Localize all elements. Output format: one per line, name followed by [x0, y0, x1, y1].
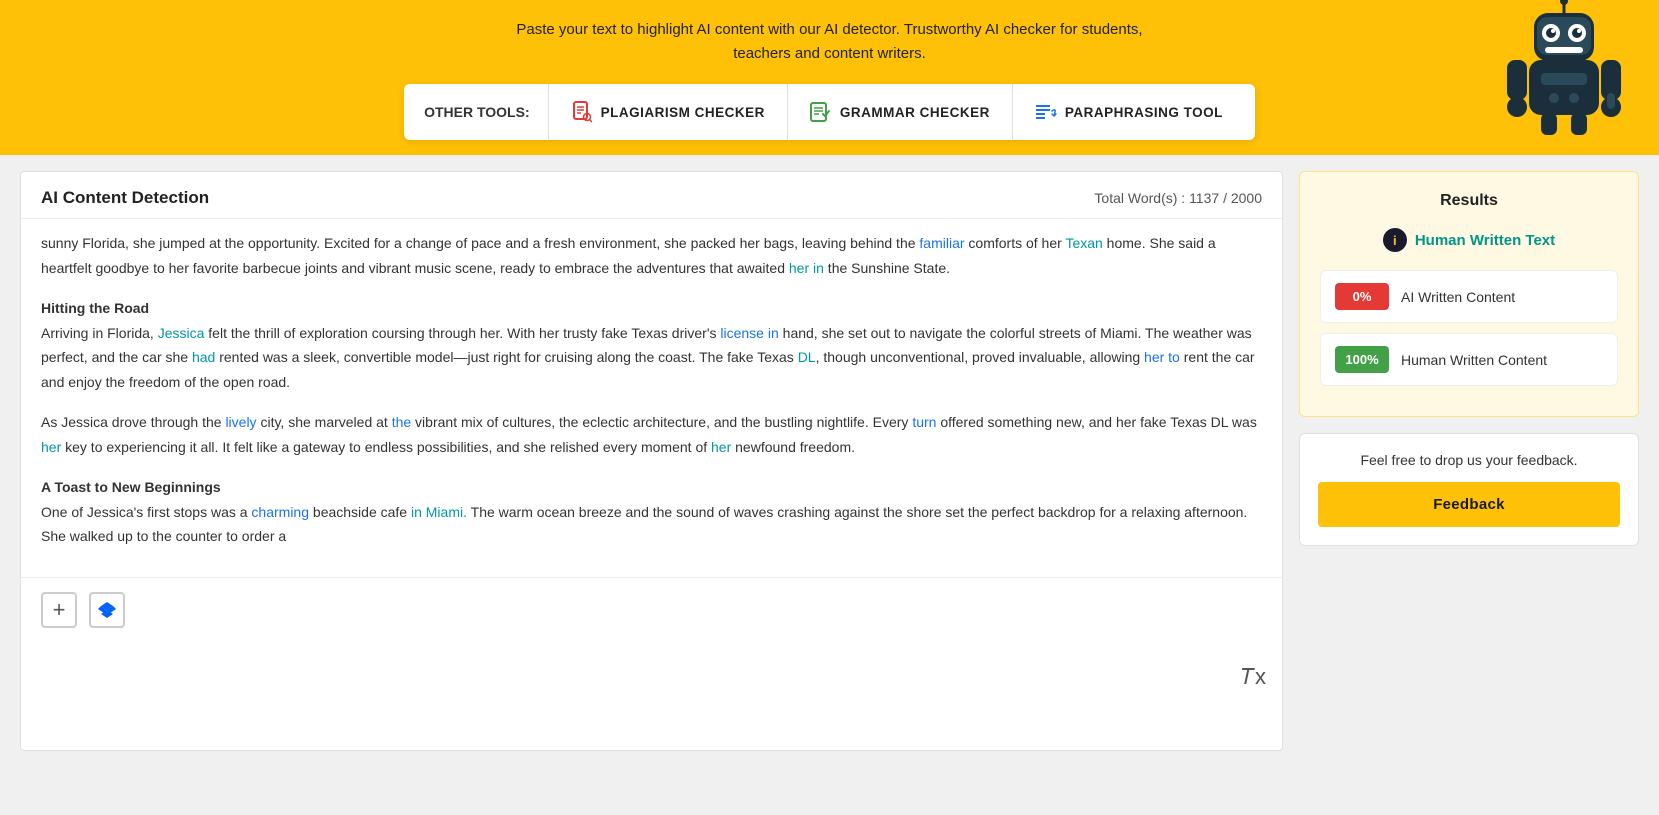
result-header-text: Human Written Text — [1415, 232, 1555, 249]
info-icon: i — [1383, 228, 1407, 252]
feedback-text: Feel free to drop us your feedback. — [1318, 452, 1620, 468]
top-bar: Paste your text to highlight AI content … — [0, 0, 1659, 155]
paragraph-2: Hitting the Road Arriving in Florida, Je… — [41, 296, 1262, 394]
word-count: Total Word(s) : 1137 / 2000 — [1094, 190, 1262, 206]
feedback-button[interactable]: Feedback — [1318, 482, 1620, 527]
tool-paraphrasing[interactable]: PARAPHRASING TOOL — [1012, 84, 1245, 140]
ai-badge: 0% — [1335, 283, 1389, 310]
feedback-section: Feel free to drop us your feedback. Feed… — [1299, 433, 1639, 546]
right-panel: Results i Human Written Text 0% AI Writt… — [1299, 171, 1639, 751]
left-panel: AI Content Detection Total Word(s) : 113… — [20, 171, 1283, 751]
tools-nav: OTHER TOOLS: PLAGIARISM CHECKER — [404, 84, 1255, 140]
plagiarism-label: PLAGIARISM CHECKER — [601, 105, 765, 120]
grammar-label: GRAMMAR CHECKER — [840, 105, 990, 120]
human-badge: 100% — [1335, 346, 1389, 373]
paragraph-1: sunny Florida, she jumped at the opportu… — [41, 231, 1262, 280]
panel-title: AI Content Detection — [41, 188, 209, 208]
paraphrasing-label: PARAPHRASING TOOL — [1065, 105, 1223, 120]
bottom-toolbar: + — [21, 577, 1282, 642]
dropbox-button[interactable] — [89, 592, 125, 628]
results-box: Results i Human Written Text 0% AI Writt… — [1299, 171, 1639, 417]
human-result-label: Human Written Content — [1401, 352, 1547, 368]
robot-illustration — [1499, 0, 1639, 140]
add-button[interactable]: + — [41, 592, 77, 628]
tagline: Paste your text to highlight AI content … — [0, 10, 1659, 84]
panel-header: AI Content Detection Total Word(s) : 113… — [21, 172, 1282, 219]
plagiarism-icon — [571, 101, 593, 123]
ai-result-label: AI Written Content — [1401, 289, 1515, 305]
text-area-content[interactable]: sunny Florida, she jumped at the opportu… — [21, 219, 1282, 577]
paragraph-4: A Toast to New Beginnings One of Jessica… — [41, 475, 1262, 549]
paragraph-3: As Jessica drove through the lively city… — [41, 410, 1262, 459]
tool-plagiarism-checker[interactable]: PLAGIARISM CHECKER — [548, 84, 787, 140]
results-title: Results — [1320, 192, 1618, 210]
result-header: i Human Written Text — [1320, 228, 1618, 252]
human-result-row: 100% Human Written Content — [1320, 333, 1618, 386]
tool-grammar-checker[interactable]: GRAMMAR CHECKER — [787, 84, 1012, 140]
paraphrasing-icon — [1035, 101, 1057, 123]
tools-label: OTHER TOOLS: — [414, 104, 548, 120]
grammar-icon — [810, 101, 832, 123]
main-content: AI Content Detection Total Word(s) : 113… — [0, 155, 1659, 751]
ai-result-row: 0% AI Written Content — [1320, 270, 1618, 323]
format-icon[interactable]: 𝑇x — [1241, 664, 1266, 690]
